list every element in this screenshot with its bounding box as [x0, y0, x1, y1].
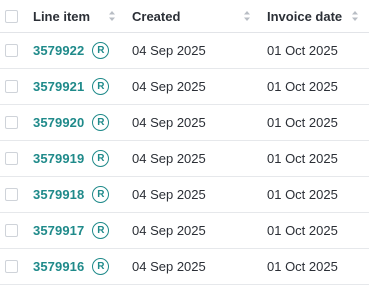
invoice-date: 01 Oct 2025 [267, 223, 338, 238]
line-item-link[interactable]: 3579917 [33, 223, 84, 238]
r-badge-icon: R [92, 114, 110, 131]
line-item-cell: 3579920 R [33, 105, 119, 140]
row-select-cell [5, 141, 21, 176]
table-row[interactable]: 3579921 R 04 Sep 2025 01 Oct 2025 [0, 69, 369, 105]
line-item-cell: 3579921 R [33, 69, 119, 104]
row-select-cell [5, 249, 21, 284]
sort-icon[interactable] [243, 0, 251, 32]
line-item-cell: 3579922 R [33, 33, 119, 68]
row-checkbox[interactable] [5, 152, 18, 165]
r-badge-icon: R [92, 150, 110, 167]
r-badge-icon: R [92, 258, 110, 275]
created-date: 04 Sep 2025 [132, 79, 206, 94]
column-header-created[interactable]: Created [132, 0, 256, 32]
table-row[interactable]: 3579918 R 04 Sep 2025 01 Oct 2025 [0, 177, 369, 213]
sort-icon[interactable] [108, 0, 116, 32]
line-item-link[interactable]: 3579916 [33, 259, 84, 274]
row-select-cell [5, 105, 21, 140]
line-item-link[interactable]: 3579920 [33, 115, 84, 130]
table-row[interactable]: 3579919 R 04 Sep 2025 01 Oct 2025 [0, 141, 369, 177]
row-select-cell [5, 213, 21, 248]
table-body: 3579922 R 04 Sep 2025 01 Oct 2025 357992… [0, 33, 369, 285]
invoice-date: 01 Oct 2025 [267, 115, 338, 130]
created-date: 04 Sep 2025 [132, 43, 206, 58]
line-item-link[interactable]: 3579921 [33, 79, 84, 94]
row-checkbox[interactable] [5, 224, 18, 237]
line-item-link[interactable]: 3579922 [33, 43, 84, 58]
table-row[interactable]: 3579916 R 04 Sep 2025 01 Oct 2025 [0, 249, 369, 285]
table-row[interactable]: 3579920 R 04 Sep 2025 01 Oct 2025 [0, 105, 369, 141]
invoice-date: 01 Oct 2025 [267, 187, 338, 202]
line-items-table: Line item Created Invoice date 3579922 R… [0, 0, 369, 285]
row-checkbox[interactable] [5, 80, 18, 93]
created-date: 04 Sep 2025 [132, 187, 206, 202]
created-date: 04 Sep 2025 [132, 115, 206, 130]
row-select-cell [5, 33, 21, 68]
invoice-date: 01 Oct 2025 [267, 43, 338, 58]
table-row[interactable]: 3579922 R 04 Sep 2025 01 Oct 2025 [0, 33, 369, 69]
created-date: 04 Sep 2025 [132, 223, 206, 238]
r-badge-icon: R [92, 42, 110, 59]
invoice-date: 01 Oct 2025 [267, 151, 338, 166]
select-all-checkbox[interactable] [5, 9, 18, 23]
row-checkbox[interactable] [5, 44, 18, 57]
select-all-cell [5, 0, 21, 32]
line-item-cell: 3579916 R [33, 249, 119, 284]
row-select-cell [5, 69, 21, 104]
invoice-date: 01 Oct 2025 [267, 79, 338, 94]
line-item-link[interactable]: 3579918 [33, 187, 84, 202]
row-checkbox[interactable] [5, 260, 18, 273]
line-item-cell: 3579917 R [33, 213, 119, 248]
line-item-cell: 3579919 R [33, 141, 119, 176]
line-item-cell: 3579918 R [33, 177, 119, 212]
column-header-line-item[interactable]: Line item [33, 0, 119, 32]
created-date: 04 Sep 2025 [132, 151, 206, 166]
row-checkbox[interactable] [5, 116, 18, 129]
table-row[interactable]: 3579917 R 04 Sep 2025 01 Oct 2025 [0, 213, 369, 249]
sort-icon[interactable] [351, 0, 359, 32]
created-date: 04 Sep 2025 [132, 259, 206, 274]
r-badge-icon: R [92, 78, 110, 95]
row-select-cell [5, 177, 21, 212]
r-badge-icon: R [92, 186, 110, 203]
r-badge-icon: R [92, 222, 110, 239]
table-header: Line item Created Invoice date [0, 0, 369, 33]
invoice-date: 01 Oct 2025 [267, 259, 338, 274]
line-item-link[interactable]: 3579919 [33, 151, 84, 166]
row-checkbox[interactable] [5, 188, 18, 201]
